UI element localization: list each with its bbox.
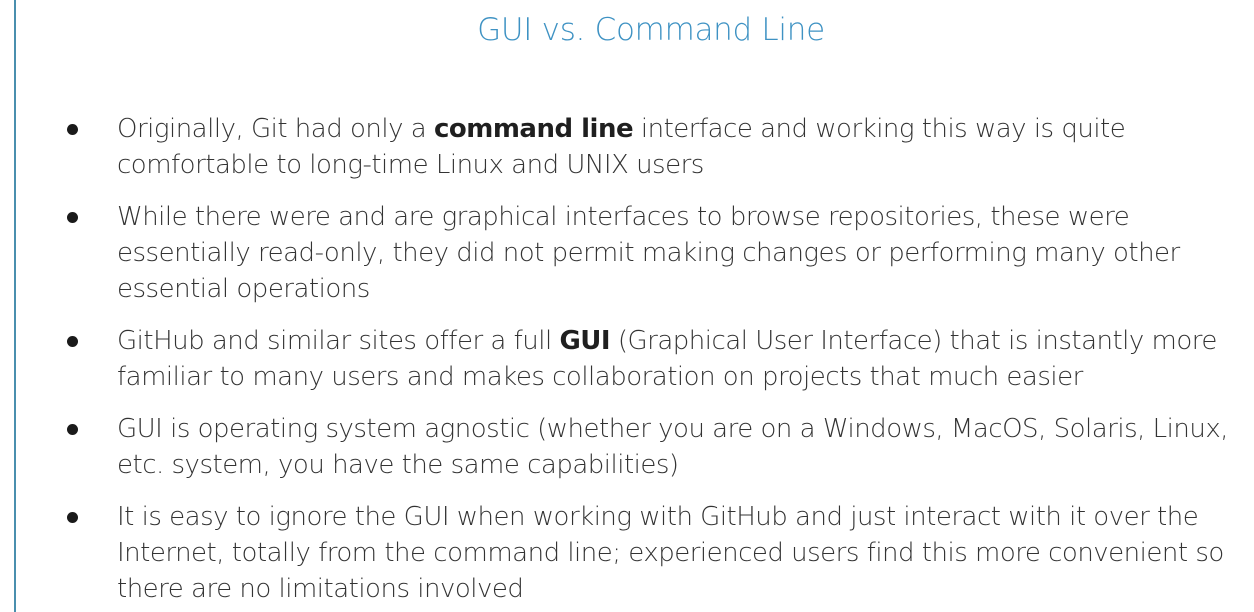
bullet-dot-icon bbox=[67, 124, 78, 135]
bullet-item: While there were and are graphical inter… bbox=[0, 199, 1247, 307]
slide-title: GUI vs. Command Line bbox=[477, 12, 825, 48]
bullet-text: GitHub and similar sites offer a full GU… bbox=[117, 326, 1217, 392]
bullet-item: GitHub and similar sites offer a full GU… bbox=[0, 323, 1247, 395]
bullet-text: GUI is operating system agnostic (whethe… bbox=[117, 414, 1228, 480]
bullet-dot-icon bbox=[67, 512, 78, 523]
bullet-text: While there were and are graphical inter… bbox=[117, 202, 1180, 304]
bold-term: command line bbox=[433, 114, 634, 144]
bold-term: GUI bbox=[559, 326, 611, 356]
bullet-text-part: GitHub and similar sites offer a full bbox=[117, 326, 560, 356]
bullet-text: It is easy to ignore the GUI when workin… bbox=[117, 502, 1224, 604]
bullet-text-part: Originally, Git had only a bbox=[117, 114, 434, 144]
bullet-item: GUI is operating system agnostic (whethe… bbox=[0, 411, 1247, 483]
bullet-dot-icon bbox=[67, 336, 78, 347]
bullet-dot-icon bbox=[67, 424, 78, 435]
bullet-item: Originally, Git had only a command line … bbox=[0, 111, 1247, 183]
slide: GUI vs. Command Line Originally, Git had… bbox=[0, 0, 1254, 612]
bullet-text: Originally, Git had only a command line … bbox=[117, 114, 1126, 180]
bullet-dot-icon bbox=[67, 212, 78, 223]
bullet-item: It is easy to ignore the GUI when workin… bbox=[0, 499, 1247, 607]
bullet-list: Originally, Git had only a command line … bbox=[0, 111, 1254, 612]
